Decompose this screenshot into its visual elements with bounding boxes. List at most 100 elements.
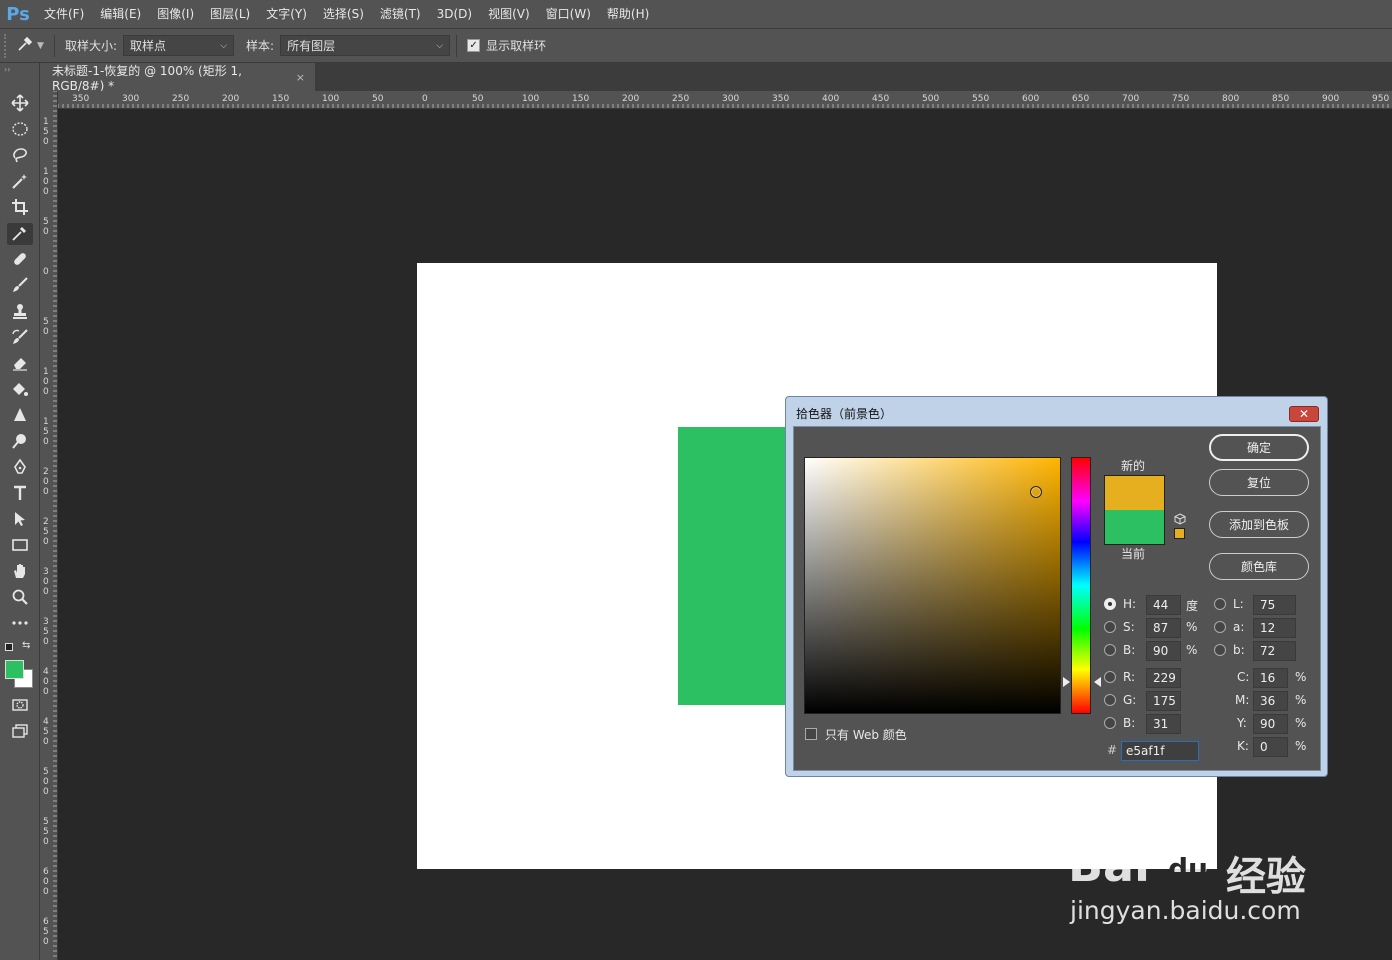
marquee-tool[interactable] bbox=[7, 119, 33, 141]
menu-3d[interactable]: 3D(D) bbox=[429, 0, 480, 28]
pen-tool[interactable] bbox=[7, 457, 33, 479]
separator bbox=[54, 34, 55, 57]
yellow-label: Y: bbox=[1237, 716, 1247, 730]
menu-window[interactable]: 窗口(W) bbox=[538, 0, 599, 28]
sample-size-select[interactable]: 取样点 ⌵ bbox=[123, 35, 235, 56]
magenta-input[interactable]: 36 bbox=[1253, 691, 1288, 711]
web-safe-color-swatch[interactable] bbox=[1174, 528, 1185, 539]
b-channel-radio[interactable] bbox=[1214, 644, 1226, 656]
b-channel-input[interactable]: 72 bbox=[1253, 641, 1296, 661]
rectangle-tool[interactable] bbox=[7, 535, 33, 557]
ruler-label: 950 bbox=[1372, 94, 1390, 104]
brush-tool[interactable] bbox=[7, 275, 33, 297]
red-radio[interactable] bbox=[1104, 671, 1116, 683]
eraser-tool[interactable] bbox=[7, 353, 33, 375]
ruler-label: 150 bbox=[43, 417, 49, 447]
green-input[interactable]: 175 bbox=[1146, 691, 1181, 711]
options-bar-grip[interactable] bbox=[4, 33, 12, 58]
menu-help[interactable]: 帮助(H) bbox=[599, 0, 657, 28]
zoom-tool[interactable] bbox=[7, 587, 33, 609]
close-button[interactable]: ✕ bbox=[1289, 406, 1319, 422]
ruler-label: 600 bbox=[43, 867, 49, 897]
ruler-label: 450 bbox=[872, 94, 890, 104]
path-select-tool[interactable] bbox=[7, 509, 33, 531]
menu-filter[interactable]: 滤镜(T) bbox=[372, 0, 429, 28]
horizontal-ruler[interactable]: 350 300 250 200 150 100 50 0 50 100 150 200 250 300 35… bbox=[58, 91, 1392, 109]
dodge-tool[interactable] bbox=[7, 431, 33, 453]
reset-button[interactable]: 复位 bbox=[1209, 469, 1309, 496]
cyan-input[interactable]: 16 bbox=[1253, 668, 1288, 688]
lasso-tool[interactable] bbox=[7, 145, 33, 167]
bucket-tool[interactable] bbox=[7, 379, 33, 401]
lightness-input[interactable]: 75 bbox=[1253, 595, 1296, 615]
eyedropper-tool[interactable] bbox=[7, 223, 33, 245]
hand-tool[interactable] bbox=[7, 561, 33, 583]
healing-tool[interactable] bbox=[7, 249, 33, 271]
crop-tool[interactable] bbox=[7, 197, 33, 219]
red-input[interactable]: 229 bbox=[1146, 668, 1181, 688]
hue-input[interactable]: 44 bbox=[1146, 595, 1181, 615]
hue-slider-handle-left[interactable] bbox=[1063, 677, 1070, 687]
saturation-input[interactable]: 87 bbox=[1146, 618, 1181, 638]
ruler-label: 150 bbox=[43, 117, 49, 147]
screen-mode-button[interactable] bbox=[7, 721, 33, 743]
lightness-radio[interactable] bbox=[1214, 598, 1226, 610]
black-input[interactable]: 0 bbox=[1253, 737, 1288, 757]
collapse-icon[interactable]: ›› bbox=[4, 65, 10, 74]
quick-mask-button[interactable] bbox=[7, 695, 33, 717]
green-radio[interactable] bbox=[1104, 694, 1116, 706]
tool-preset-picker[interactable]: ▼ bbox=[12, 33, 48, 59]
web-colors-only-checkbox[interactable] bbox=[805, 728, 817, 740]
close-icon[interactable]: × bbox=[296, 71, 305, 84]
a-channel-input[interactable]: 12 bbox=[1253, 618, 1296, 638]
stamp-tool[interactable] bbox=[7, 301, 33, 323]
history-brush-tool[interactable] bbox=[7, 327, 33, 349]
vertical-ruler[interactable]: 150 100 50 0 50 100 150 200 250 300 350 400 450 500 55… bbox=[40, 91, 58, 960]
move-tool[interactable] bbox=[7, 93, 33, 115]
menu-view[interactable]: 视图(V) bbox=[480, 0, 538, 28]
saturation-radio[interactable] bbox=[1104, 621, 1116, 633]
eyedropper-icon bbox=[16, 35, 34, 56]
eraser-icon bbox=[11, 354, 29, 375]
menu-select[interactable]: 选择(S) bbox=[315, 0, 372, 28]
show-ring-checkbox[interactable]: ✓ bbox=[467, 39, 481, 52]
yellow-input[interactable]: 90 bbox=[1253, 714, 1288, 734]
a-channel-radio[interactable] bbox=[1214, 621, 1226, 633]
hue-radio[interactable] bbox=[1104, 598, 1116, 610]
baidu-jingyan-watermark: Bai du 经验 jingyan.baidu.com bbox=[1068, 808, 1328, 933]
menu-image[interactable]: 图像(I) bbox=[149, 0, 202, 28]
magic-wand-tool[interactable] bbox=[7, 171, 33, 193]
default-colors-icon[interactable] bbox=[5, 643, 13, 651]
ruler-label: 50 bbox=[472, 94, 484, 104]
blue-radio[interactable] bbox=[1104, 717, 1116, 729]
color-libraries-button[interactable]: 颜色库 bbox=[1209, 553, 1309, 580]
history-brush-icon bbox=[11, 328, 29, 349]
document-tab[interactable]: 未标题-1-恢复的 @ 100% (矩形 1, RGB/8#) * × bbox=[40, 63, 315, 93]
menu-file[interactable]: 文件(F) bbox=[36, 0, 92, 28]
blur-tool[interactable] bbox=[7, 405, 33, 427]
add-to-swatches-button[interactable]: 添加到色板 bbox=[1209, 511, 1309, 538]
brightness-radio[interactable] bbox=[1104, 644, 1116, 656]
chevron-down-icon: ⌵ bbox=[436, 40, 444, 51]
pen-icon bbox=[11, 458, 29, 479]
out-of-gamut-cube-icon[interactable] bbox=[1174, 513, 1186, 525]
sample-layers-select[interactable]: 所有图层 ⌵ bbox=[280, 35, 451, 56]
hue-slider-handle-right[interactable] bbox=[1094, 677, 1101, 687]
rectangle-layer-shape[interactable] bbox=[678, 427, 790, 705]
type-tool[interactable] bbox=[7, 483, 33, 505]
ok-button[interactable]: 确定 bbox=[1209, 434, 1309, 461]
saturation-brightness-field[interactable] bbox=[804, 457, 1061, 714]
color-picker-marker[interactable] bbox=[1030, 486, 1042, 498]
menu-type[interactable]: 文字(Y) bbox=[258, 0, 315, 28]
foreground-color-swatch[interactable] bbox=[5, 660, 24, 679]
hex-input[interactable]: e5af1f bbox=[1121, 741, 1199, 761]
blue-input[interactable]: 31 bbox=[1146, 714, 1181, 734]
more-tools[interactable] bbox=[7, 613, 33, 635]
brightness-input[interactable]: 90 bbox=[1146, 641, 1181, 661]
swap-colors-icon[interactable]: ⇆ bbox=[22, 640, 30, 651]
current-color-swatch[interactable] bbox=[1104, 510, 1165, 545]
menu-edit[interactable]: 编辑(E) bbox=[92, 0, 149, 28]
hue-slider[interactable] bbox=[1071, 457, 1091, 714]
ruler-label: 150 bbox=[272, 94, 290, 104]
menu-layer[interactable]: 图层(L) bbox=[202, 0, 258, 28]
